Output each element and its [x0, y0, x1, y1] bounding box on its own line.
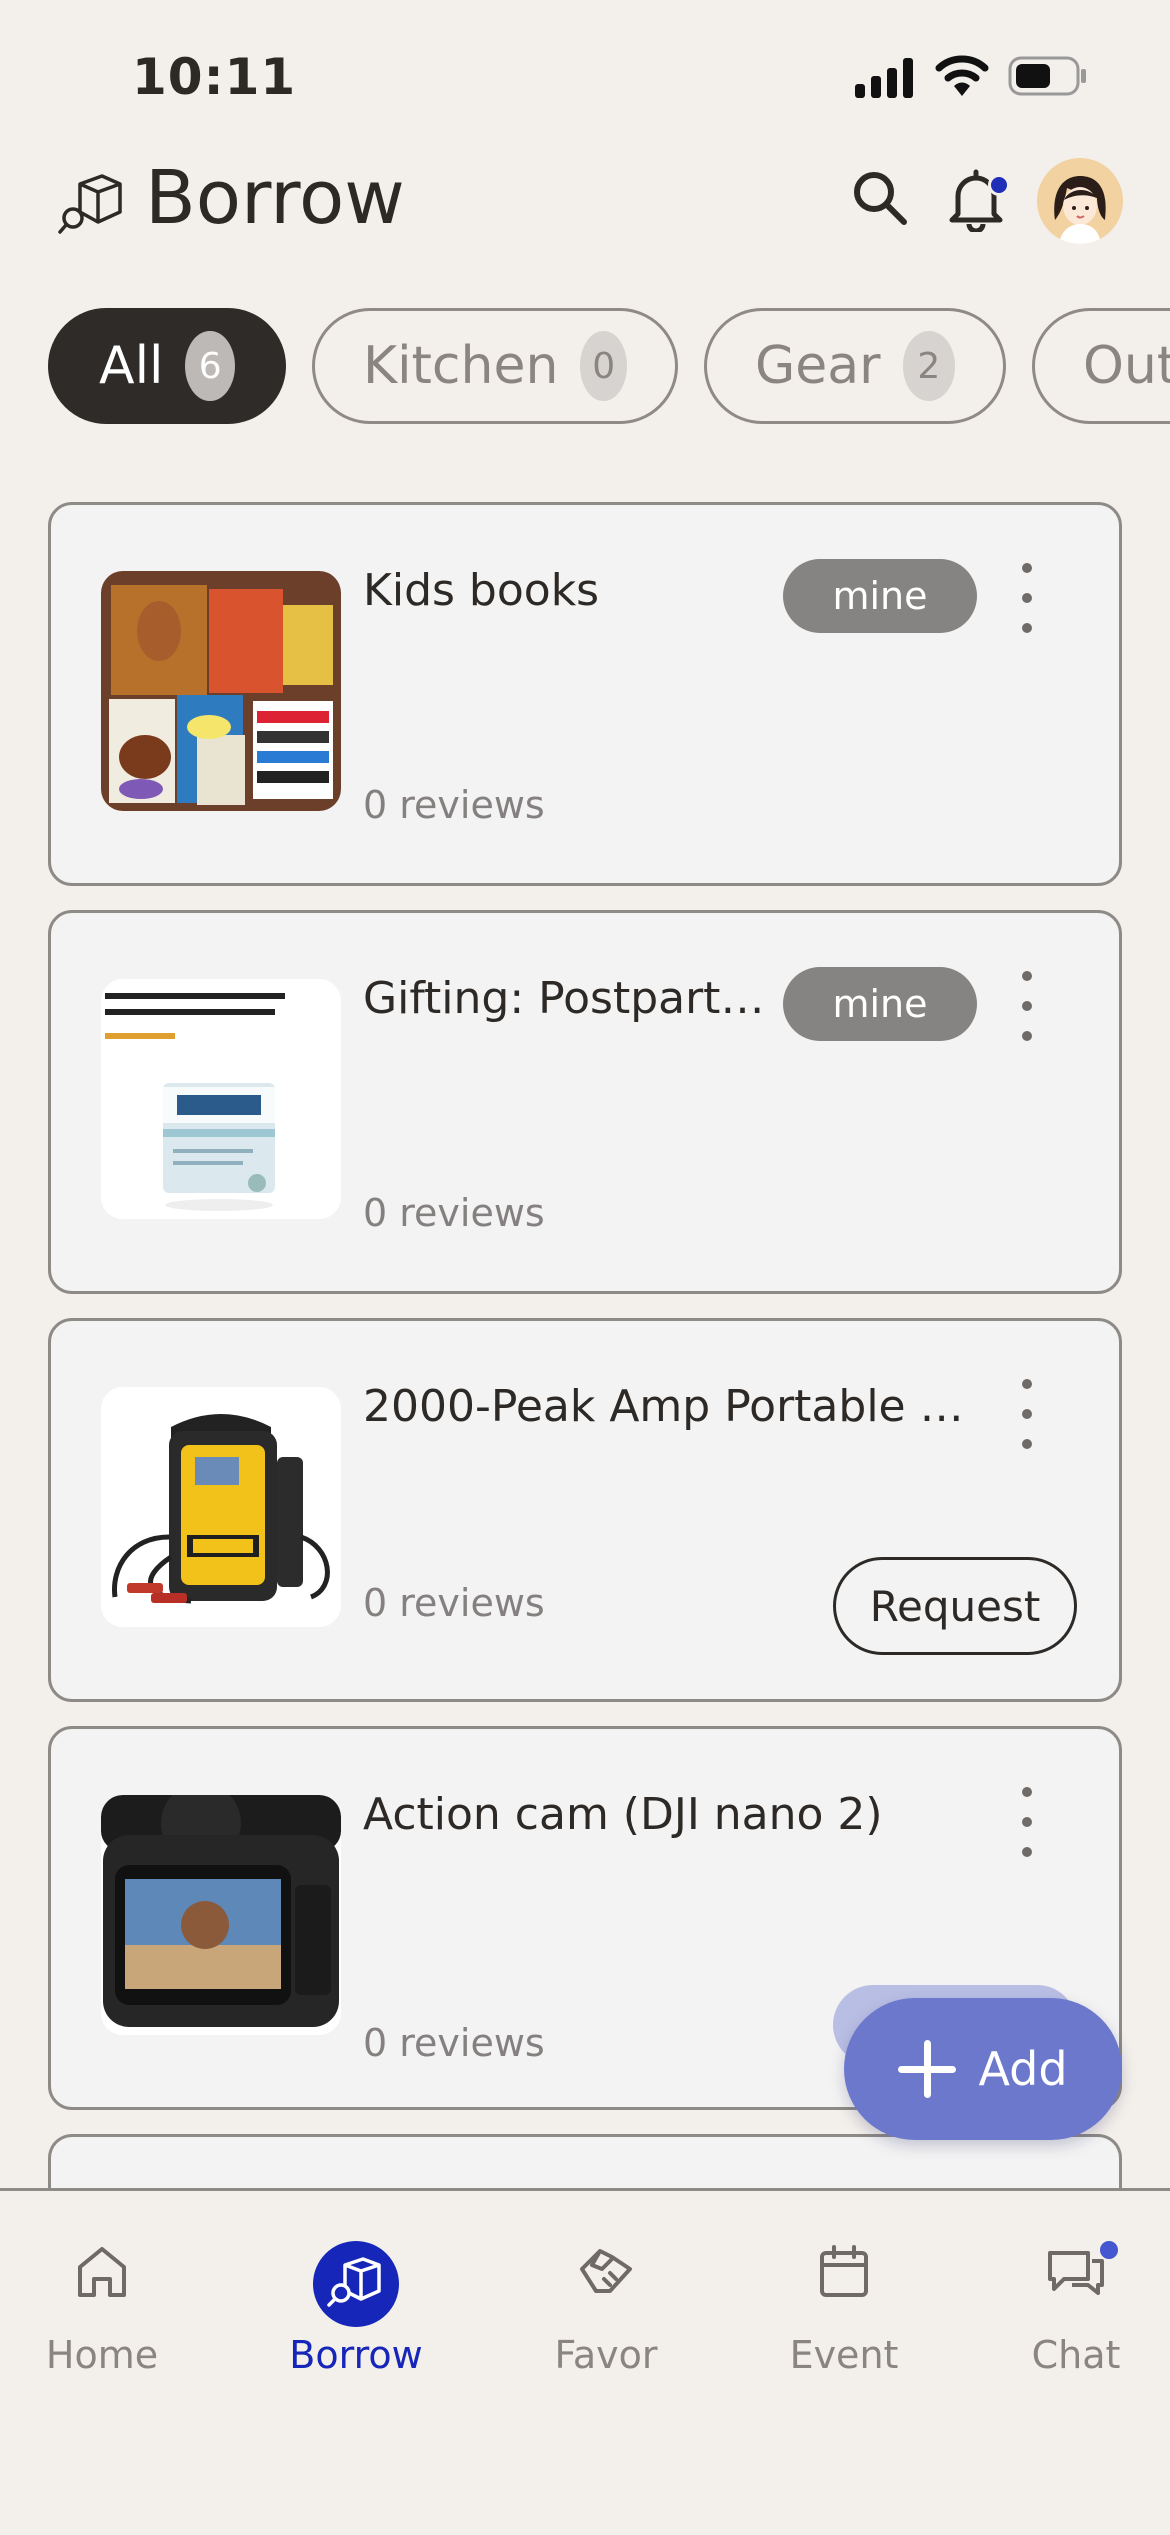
filter-chip-label: Kitchen — [363, 336, 559, 396]
item-photo-jump-starter — [101, 1387, 341, 1627]
battery-icon — [1008, 56, 1086, 96]
status-bar: 10:11 — [0, 0, 1170, 150]
item-card[interactable]: Kids books mine 0 reviews — [48, 502, 1122, 886]
item-card[interactable]: 2000-Peak Amp Portable b... 0 reviews Re… — [48, 1318, 1122, 1702]
home-icon — [78, 2247, 126, 2297]
calendar-icon — [820, 2245, 868, 2297]
item-title: Action cam (DJI nano 2) — [363, 1789, 883, 1840]
nav-label: Event — [789, 2333, 899, 2377]
item-photo-action-cam — [101, 1795, 341, 2035]
nav-label: Chat — [1031, 2333, 1121, 2377]
filter-chip-gear[interactable]: Gear 2 — [704, 308, 1006, 424]
more-options-icon[interactable] — [1015, 1787, 1039, 1857]
notification-dot — [988, 174, 1010, 196]
nav-label: Home — [45, 2333, 159, 2377]
chat-icon — [1048, 2251, 1104, 2295]
more-options-icon[interactable] — [1015, 563, 1039, 633]
item-reviews: 0 reviews — [363, 1191, 545, 1235]
item-title: Kids books — [363, 565, 600, 616]
more-options-icon[interactable] — [1015, 971, 1039, 1041]
filter-chip-label: Out — [1083, 336, 1170, 396]
add-item-button[interactable]: Add — [844, 1998, 1122, 2140]
box-search-icon — [58, 174, 122, 234]
filter-chip-count: 0 — [580, 331, 627, 401]
handshake-icon — [580, 2249, 632, 2293]
wifi-icon — [935, 55, 989, 96]
search-icon[interactable] — [850, 168, 910, 228]
filter-chip-all[interactable]: All 6 — [48, 308, 286, 424]
nav-label: Borrow — [289, 2333, 423, 2377]
item-photo-pads — [101, 979, 341, 1219]
request-button[interactable]: Request — [833, 1557, 1077, 1655]
nav-label: Favor — [554, 2333, 658, 2377]
item-card[interactable]: Gifting: Postpartu... mine 0 reviews — [48, 910, 1122, 1294]
category-filter-bar: All 6 Kitchen 0 Gear 2 Out — [0, 308, 1170, 430]
item-reviews: 0 reviews — [363, 783, 545, 827]
nav-active-indicator — [313, 2241, 399, 2327]
item-reviews: 0 reviews — [363, 1581, 545, 1625]
item-title: Gifting: Postpartu... — [363, 973, 773, 1024]
nav-item-home[interactable]: Home — [2, 2191, 202, 2391]
bottom-navigation: Home Borrow Favor Event Chat — [0, 2188, 1170, 2535]
nav-item-borrow[interactable]: Borrow — [256, 2191, 456, 2391]
cellular-signal-icon — [855, 58, 915, 98]
filter-chip-count: 2 — [902, 331, 955, 401]
item-title: 2000-Peak Amp Portable b... — [363, 1381, 983, 1432]
nav-item-event[interactable]: Event — [744, 2191, 944, 2391]
filter-chip-label: Gear — [755, 336, 881, 396]
add-button-label: Add — [978, 2042, 1068, 2096]
box-search-icon — [327, 2257, 381, 2307]
item-reviews: 0 reviews — [363, 2021, 545, 2065]
nav-item-chat[interactable]: Chat — [976, 2191, 1170, 2391]
plus-icon — [898, 2040, 957, 2098]
mine-badge: mine — [783, 967, 977, 1041]
filter-chip-outdoor[interactable]: Out — [1032, 308, 1170, 424]
more-options-icon[interactable] — [1015, 1379, 1039, 1449]
nav-item-favor[interactable]: Favor — [506, 2191, 706, 2391]
mine-badge: mine — [783, 559, 977, 633]
filter-chip-count: 6 — [185, 331, 235, 401]
chat-unread-dot — [1100, 2241, 1118, 2259]
page-title: Borrow — [145, 155, 405, 241]
filter-chip-label: All — [99, 336, 164, 396]
avatar[interactable] — [1037, 158, 1123, 244]
item-photo-books — [101, 571, 341, 811]
filter-chip-kitchen[interactable]: Kitchen 0 — [312, 308, 678, 424]
status-time: 10:11 — [132, 48, 297, 106]
